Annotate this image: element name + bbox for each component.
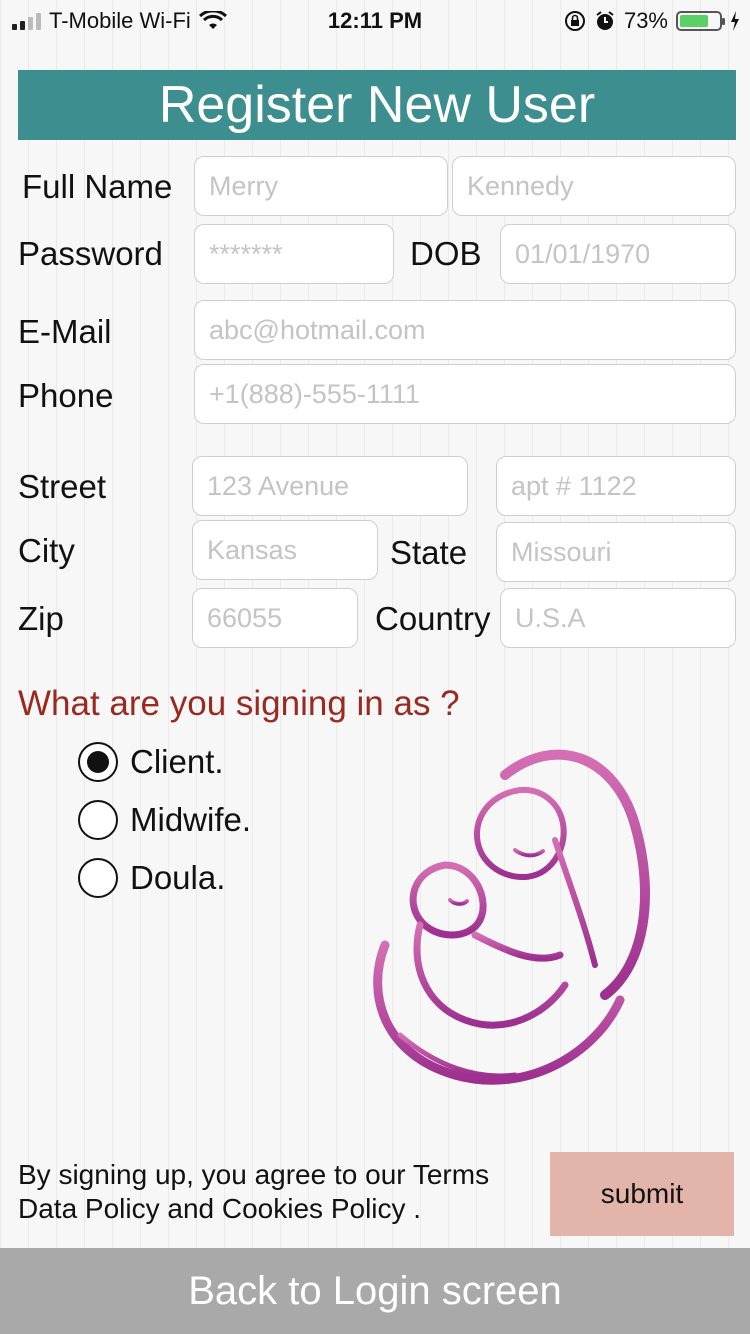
apt-input[interactable] (496, 456, 736, 516)
radio-label-client: Client. (130, 743, 224, 780)
dob-label: DOB (410, 235, 482, 272)
radio-option-midwife[interactable]: Midwife. (78, 800, 251, 840)
radio-button[interactable] (78, 858, 118, 898)
back-to-login-button[interactable]: Back to Login screen (0, 1248, 750, 1334)
battery-fill (680, 15, 708, 27)
terms-text: By signing up, you agree to our Terms Da… (18, 1158, 548, 1226)
submit-button[interactable]: submit (550, 1152, 734, 1236)
charging-icon (731, 11, 739, 31)
street-label: Street (18, 468, 107, 505)
password-label: Password (18, 235, 163, 272)
role-question: What are you signing in as ? (18, 684, 460, 723)
country-input[interactable] (500, 588, 736, 648)
radio-option-client[interactable]: Client. (78, 742, 224, 782)
password-input[interactable] (194, 224, 394, 284)
city-label: City (18, 532, 75, 569)
status-bar: T-Mobile Wi-Fi 12:11 PM 73% (0, 0, 750, 40)
radio-option-doula[interactable]: Doula. (78, 858, 225, 898)
page-title: Register New User (18, 70, 736, 140)
phone-input[interactable] (194, 364, 736, 424)
first-name-input[interactable] (194, 156, 448, 216)
state-input[interactable] (496, 522, 736, 582)
full-name-label: Full Name (22, 168, 173, 205)
dob-input[interactable] (500, 224, 736, 284)
radio-label-midwife: Midwife. (130, 801, 252, 838)
alarm-icon (596, 11, 614, 30)
terms-line-1: By signing up, you agree to our Terms (18, 1159, 490, 1190)
city-input[interactable] (192, 520, 378, 580)
phone-label: Phone (18, 377, 114, 414)
battery-icon (676, 11, 725, 31)
radio-label-doula: Doula. (130, 859, 226, 896)
last-name-input[interactable] (452, 156, 736, 216)
zip-label: Zip (18, 600, 64, 637)
email-input[interactable] (194, 300, 736, 360)
state-label: State (390, 534, 468, 571)
terms-line-2: Data Policy and Cookies Policy . (18, 1193, 422, 1224)
country-label: Country (375, 600, 491, 637)
email-label: E-Mail (18, 313, 112, 350)
orientation-lock-icon (564, 11, 585, 31)
street-input[interactable] (192, 456, 468, 516)
battery-percent: 73% (623, 8, 668, 33)
mother-child-logo-icon (373, 749, 650, 1085)
zip-input[interactable] (192, 588, 358, 648)
radio-button-selected[interactable] (78, 742, 118, 782)
radio-button[interactable] (78, 800, 118, 840)
status-right: 73% (564, 8, 740, 34)
